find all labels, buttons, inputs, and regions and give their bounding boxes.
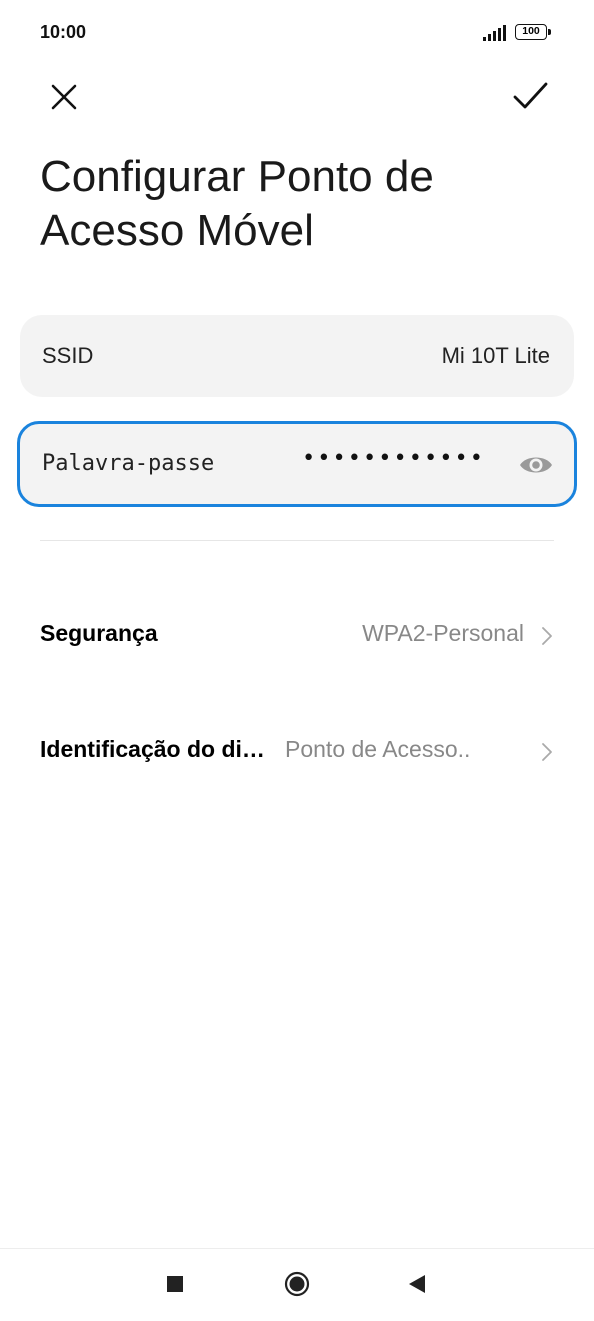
eye-icon[interactable] — [518, 452, 554, 478]
security-value: WPA2-Personal — [362, 620, 524, 646]
circle-icon[interactable] — [284, 1271, 310, 1297]
device-identification-value: Ponto de Acesso.. — [285, 736, 471, 762]
battery-icon: 100 — [515, 24, 555, 42]
triangle-back-icon[interactable] — [408, 1274, 426, 1294]
status-bar: 10:00 100 — [0, 0, 594, 66]
device-identification-label: Identificação do di… — [40, 736, 265, 762]
page-title: Configurar Ponto de Acesso Móvel — [40, 152, 434, 255]
square-icon[interactable] — [167, 1276, 183, 1292]
security-label: Segurança — [40, 620, 158, 646]
battery-tip — [548, 29, 551, 35]
chevron-right-icon — [542, 627, 552, 645]
divider — [40, 540, 554, 541]
navigation-bar — [0, 1248, 594, 1321]
device-identification-row[interactable]: Identificação do di… Ponto de Acesso.. — [0, 720, 594, 780]
status-time: 10:00 — [40, 22, 87, 42]
close-icon[interactable] — [47, 80, 81, 114]
password-masked-value: •••••••••••• — [302, 446, 485, 471]
password-label: Palavra-passe — [42, 451, 215, 476]
password-field[interactable]: Palavra-passe •••••••••••• — [17, 421, 577, 507]
chevron-right-icon — [542, 743, 552, 761]
ssid-label: SSID — [42, 343, 94, 368]
ssid-field[interactable]: SSID Mi 10T Lite — [20, 315, 574, 397]
security-row[interactable]: Segurança WPA2-Personal — [0, 604, 594, 664]
battery-level: 100 — [515, 24, 547, 40]
check-icon[interactable] — [510, 78, 550, 114]
signal-bars-icon — [483, 25, 506, 41]
ssid-value: Mi 10T Lite — [441, 343, 550, 368]
